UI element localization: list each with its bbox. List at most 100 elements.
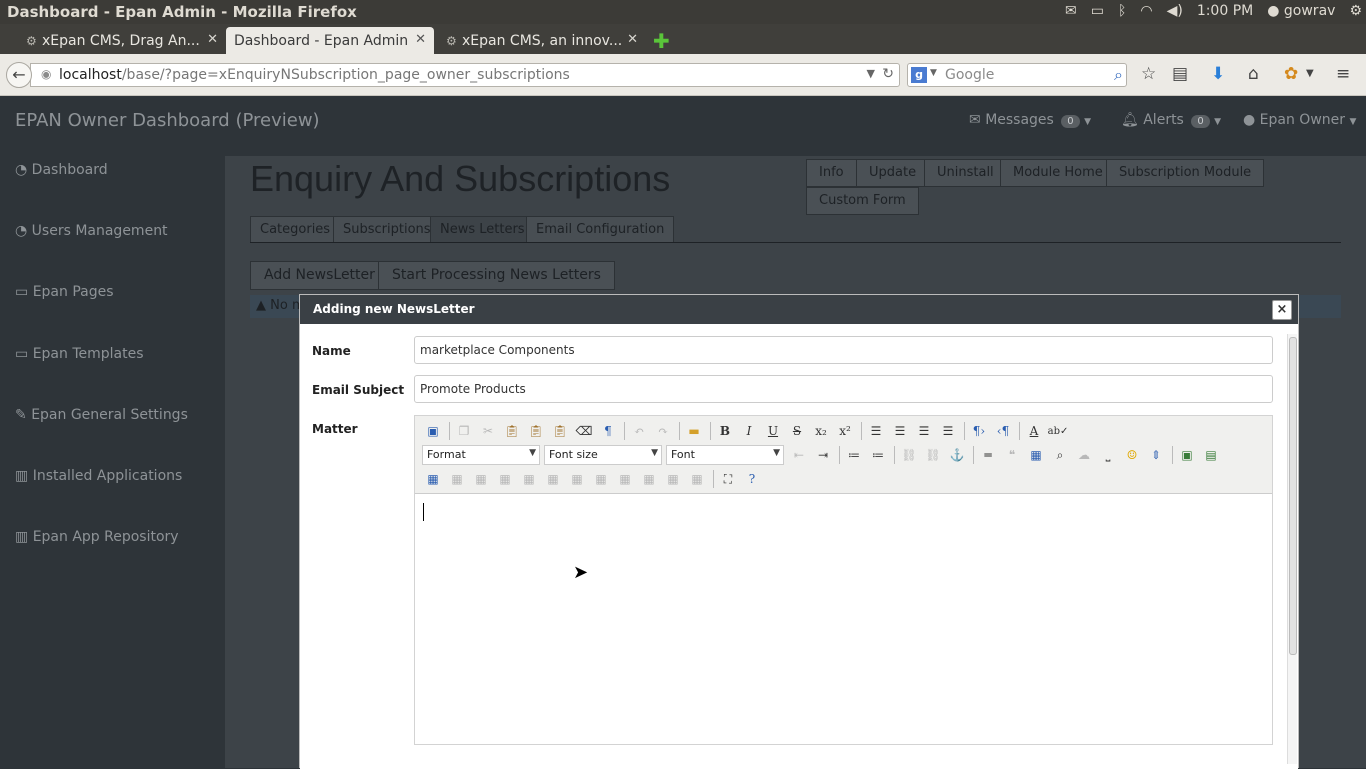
sidebar-item-epan-templates[interactable]: ▭ Epan Templates xyxy=(15,346,144,362)
horizontal-rule-icon[interactable]: ═ xyxy=(977,444,999,466)
tab-news-letters[interactable]: News Letters xyxy=(430,216,535,243)
engine-dropdown-icon[interactable]: ▼ xyxy=(930,68,937,78)
editor-content-area[interactable] xyxy=(415,495,1272,745)
fullscreen-icon[interactable]: ⛶ xyxy=(717,468,739,490)
module-home-button[interactable]: Module Home xyxy=(1000,159,1116,187)
anchor-icon[interactable]: ⚓ xyxy=(946,444,968,466)
align-left-icon[interactable]: ☰ xyxy=(865,420,887,442)
uninstall-button[interactable]: Uninstall xyxy=(924,159,1007,187)
rtl-icon[interactable]: ‹¶ xyxy=(992,420,1014,442)
browser-tab-3[interactable]: ⚙ xEpan CMS, an innov... ✕ xyxy=(438,27,646,54)
align-center-icon[interactable]: ☰ xyxy=(889,420,911,442)
underline-icon[interactable]: U xyxy=(762,420,784,442)
find-replace-icon[interactable]: ⌕ xyxy=(1049,444,1071,466)
bookmark-star-icon[interactable]: ☆ xyxy=(1141,64,1156,84)
split-cells-icon[interactable]: ▦ xyxy=(638,468,660,490)
tab-categories[interactable]: Categories xyxy=(250,216,341,243)
save-icon[interactable]: ▣ xyxy=(422,420,444,442)
unlink-icon[interactable]: ⛓ xyxy=(922,444,944,466)
undo-icon[interactable]: ↶ xyxy=(628,420,650,442)
numbered-list-icon[interactable]: ≔ xyxy=(843,444,865,466)
bluetooth-icon[interactable]: ᛒ xyxy=(1118,3,1126,19)
blockquote-icon[interactable]: ❝ xyxy=(1001,444,1023,466)
select-all-icon[interactable]: ▦ xyxy=(1025,444,1047,466)
non-breaking-space-icon[interactable]: ⎵ xyxy=(1097,444,1119,466)
table-cell-props-icon[interactable]: ▦ xyxy=(470,468,492,490)
info-button[interactable]: Info xyxy=(806,159,857,187)
help-icon[interactable]: ? xyxy=(741,468,763,490)
bullet-list-icon[interactable]: ≔ xyxy=(867,444,889,466)
dialog-scrollbar-thumb[interactable] xyxy=(1289,337,1297,655)
sidebar-item-dashboard[interactable]: ◔ Dashboard xyxy=(15,162,108,178)
redo-icon[interactable]: ↷ xyxy=(652,420,674,442)
media-icon[interactable]: ▤ xyxy=(1200,444,1222,466)
sidebar-item-general-settings[interactable]: ✎ Epan General Settings xyxy=(15,407,188,423)
home-icon[interactable]: ⌂ xyxy=(1248,64,1259,84)
format-select[interactable]: Format ▼ xyxy=(422,445,540,465)
copy-icon[interactable]: ❐ xyxy=(453,420,475,442)
update-button[interactable]: Update xyxy=(856,159,930,187)
link-icon[interactable]: ⛓ xyxy=(898,444,920,466)
template-icon[interactable]: ☁ xyxy=(1073,444,1095,466)
mail-icon[interactable]: ✉ xyxy=(1065,3,1077,19)
paste-text-icon[interactable]: 📋︎ xyxy=(525,420,547,442)
start-processing-button[interactable]: Start Processing News Letters xyxy=(378,261,615,290)
settings-gear-icon[interactable]: ⚙ xyxy=(1349,3,1362,19)
dialog-scrollbar[interactable] xyxy=(1287,334,1297,764)
strikethrough-icon[interactable]: S xyxy=(786,420,808,442)
smiley-icon[interactable]: ☺ xyxy=(1121,444,1143,466)
tab-email-configuration[interactable]: Email Configuration xyxy=(526,216,675,243)
font-size-select[interactable]: Font size ▼ xyxy=(544,445,662,465)
align-justify-icon[interactable]: ☰ xyxy=(937,420,959,442)
back-button[interactable]: ← xyxy=(6,62,32,88)
insert-table-icon[interactable]: ▦ xyxy=(422,468,444,490)
tab-subscriptions[interactable]: Subscriptions xyxy=(333,216,441,243)
indent-icon[interactable]: ⇥ xyxy=(812,444,834,466)
remove-format-icon[interactable]: ⌫ xyxy=(573,420,595,442)
insert-col-before-icon[interactable]: ▦ xyxy=(566,468,588,490)
superscript-icon[interactable]: x² xyxy=(834,420,856,442)
image-icon[interactable]: ▣ xyxy=(1176,444,1198,466)
show-blocks-icon[interactable]: ¶ xyxy=(597,420,619,442)
add-newsletter-button[interactable]: Add NewsLetter xyxy=(250,261,389,290)
subscript-icon[interactable]: x₂ xyxy=(810,420,832,442)
menu-hamburger-icon[interactable]: ≡ xyxy=(1336,64,1350,84)
merge-cells-icon[interactable]: ▦ xyxy=(662,468,684,490)
delete-col-icon[interactable]: ▦ xyxy=(614,468,636,490)
sidebar-item-users-management[interactable]: ◔ Users Management xyxy=(15,223,168,239)
paste-icon[interactable]: 📋︎ xyxy=(501,420,523,442)
open-folder-icon[interactable]: ▬ xyxy=(683,420,705,442)
user-account-menu[interactable]: ● Epan Owner ▼ xyxy=(1243,112,1356,128)
reading-list-icon[interactable]: ▤ xyxy=(1172,64,1188,84)
google-engine-icon[interactable]: g xyxy=(911,67,927,83)
search-bar[interactable]: g ▼ Google ⌕ xyxy=(907,63,1127,87)
insert-row-before-icon[interactable]: ▦ xyxy=(494,468,516,490)
addon-dropdown-icon[interactable]: ▼ xyxy=(1306,68,1314,79)
dialog-titlebar[interactable]: Adding new NewsLetter × xyxy=(300,295,1298,324)
browser-tab-1[interactable]: ⚙ xEpan CMS, Drag An... ✕ xyxy=(18,27,226,54)
page-break-icon[interactable]: ⇕ xyxy=(1145,444,1167,466)
outdent-icon[interactable]: ⇤ xyxy=(788,444,810,466)
messages-menu[interactable]: ✉ Messages 0 ▼ xyxy=(969,112,1091,128)
insert-col-after-icon[interactable]: ▦ xyxy=(590,468,612,490)
alerts-menu[interactable]: 🔔︎ Alerts 0 ▼ xyxy=(1121,112,1221,128)
ltr-icon[interactable]: ¶› xyxy=(968,420,990,442)
table-row-props-icon[interactable]: ▦ xyxy=(446,468,468,490)
download-icon[interactable]: ⬇ xyxy=(1211,64,1225,84)
wifi-icon[interactable]: ◠ xyxy=(1140,3,1152,19)
clock[interactable]: 1:00 PM xyxy=(1197,3,1253,19)
insert-row-after-icon[interactable]: ▦ xyxy=(518,468,540,490)
sidebar-item-installed-applications[interactable]: ▥ Installed Applications xyxy=(15,468,182,484)
reload-icon[interactable]: ↻ xyxy=(882,66,894,82)
italic-icon[interactable]: I xyxy=(738,420,760,442)
new-tab-plus-icon[interactable]: ✚ xyxy=(653,29,670,53)
align-right-icon[interactable]: ☰ xyxy=(913,420,935,442)
sidebar-item-epan-pages[interactable]: ▭ Epan Pages xyxy=(15,284,114,300)
sidebar-item-app-repository[interactable]: ▥ Epan App Repository xyxy=(15,529,179,545)
subscription-module-button[interactable]: Subscription Module xyxy=(1106,159,1265,187)
tab-close-icon[interactable]: ✕ xyxy=(627,32,638,47)
user-menu[interactable]: ● gowrav xyxy=(1267,3,1335,19)
dialog-close-button[interactable]: × xyxy=(1272,300,1292,320)
url-bar[interactable]: ◉ localhost/base/?page=xEnquiryNSubscrip… xyxy=(30,63,900,87)
tab-close-icon[interactable]: ✕ xyxy=(207,32,218,47)
